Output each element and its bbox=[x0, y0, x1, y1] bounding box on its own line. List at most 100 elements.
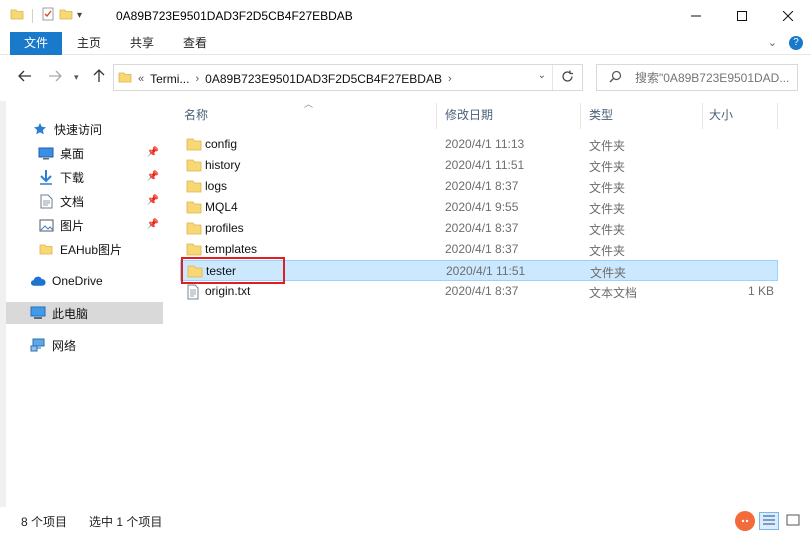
large-icons-view-icon bbox=[786, 514, 800, 529]
file-name: origin.txt bbox=[205, 284, 251, 298]
pin-icon[interactable]: 📌 bbox=[147, 147, 159, 158]
file-date: 2020/4/1 11:13 bbox=[445, 137, 525, 151]
pin-icon[interactable]: 📌 bbox=[147, 219, 159, 230]
file-row-profiles[interactable]: profiles 2020/4/1 8:37 文件夹 bbox=[180, 218, 778, 239]
file-type: 文本文档 bbox=[589, 286, 638, 300]
column-divider[interactable] bbox=[777, 103, 778, 129]
search-icon bbox=[609, 70, 622, 86]
address-toolbar: ▾ « Termi... › 0A89B723E9501DAD3F2D5CB4F… bbox=[0, 55, 811, 101]
column-header-type[interactable]: 类型 bbox=[589, 101, 613, 129]
file-type: 文件夹 bbox=[589, 160, 626, 174]
search-input[interactable] bbox=[635, 69, 793, 87]
file-date: 2020/4/1 8:37 bbox=[445, 242, 519, 256]
tab-home[interactable]: 主页 bbox=[70, 32, 108, 55]
close-button[interactable] bbox=[765, 0, 811, 32]
selected-count: 选中 1 个项目 bbox=[89, 515, 163, 529]
arrow-right-icon bbox=[48, 69, 62, 85]
nav-item-this-pc[interactable]: 此电脑 bbox=[6, 302, 163, 324]
computer-icon bbox=[30, 305, 46, 321]
refresh-button[interactable] bbox=[552, 65, 582, 90]
nav-item-network[interactable]: 网络 bbox=[6, 334, 163, 356]
recent-locations-dropdown[interactable]: ▾ bbox=[74, 72, 79, 83]
nav-item-downloads[interactable]: 下载 📌 bbox=[6, 166, 163, 188]
folder-icon bbox=[118, 70, 132, 87]
refresh-icon bbox=[561, 70, 574, 86]
customize-toolbar-icon[interactable]: ▾ bbox=[77, 10, 82, 21]
file-type: 文件夹 bbox=[589, 139, 626, 153]
column-divider[interactable] bbox=[702, 103, 703, 129]
tab-share[interactable]: 共享 bbox=[122, 32, 162, 55]
file-type: 文件夹 bbox=[590, 266, 627, 280]
address-bar[interactable]: « Termi... › 0A89B723E9501DAD3F2D5CB4F27… bbox=[113, 64, 583, 91]
pictures-icon bbox=[38, 217, 54, 233]
folder-icon bbox=[186, 158, 202, 172]
document-icon bbox=[38, 193, 54, 209]
column-header-date[interactable]: 修改日期 bbox=[445, 101, 493, 129]
star-icon bbox=[32, 121, 48, 137]
file-type: 文件夹 bbox=[589, 244, 626, 258]
file-row-origin-txt[interactable]: origin.txt 2020/4/1 8:37 文本文档 1 KB bbox=[180, 281, 778, 302]
network-icon bbox=[30, 337, 46, 353]
forward-button[interactable] bbox=[48, 69, 62, 85]
back-button[interactable] bbox=[18, 69, 32, 85]
file-name: logs bbox=[205, 179, 228, 193]
new-folder-icon[interactable] bbox=[59, 7, 73, 24]
breadcrumb-item[interactable]: 0A89B723E9501DAD3F2D5CB4F27EBDAB bbox=[205, 72, 442, 86]
column-header-size[interactable]: 大小 bbox=[709, 101, 733, 129]
quick-access-toolbar: ▾ bbox=[10, 7, 82, 24]
file-list-pane: ︿ 名称 修改日期 类型 大小 config 2020/4/1 11:13 文件… bbox=[170, 99, 811, 507]
large-icons-view-button[interactable] bbox=[783, 512, 803, 530]
toolbar-separator bbox=[32, 8, 33, 23]
download-icon bbox=[38, 169, 54, 185]
nav-item-onedrive[interactable]: OneDrive bbox=[6, 270, 163, 292]
file-name: profiles bbox=[205, 221, 244, 235]
nav-item-pictures[interactable]: 图片 📌 bbox=[6, 214, 163, 236]
nav-item-label: 网络 bbox=[52, 338, 77, 353]
minimize-icon bbox=[691, 8, 701, 24]
file-row-history[interactable]: history 2020/4/1 11:51 文件夹 bbox=[180, 155, 778, 176]
watermark-logo-icon bbox=[735, 511, 755, 531]
nav-item-eahub-pictures[interactable]: EAHub图片 bbox=[6, 238, 163, 260]
pin-icon[interactable]: 📌 bbox=[147, 195, 159, 206]
maximize-icon bbox=[737, 8, 747, 24]
properties-icon[interactable] bbox=[41, 7, 55, 24]
desktop-icon bbox=[38, 145, 54, 161]
file-row-logs[interactable]: logs 2020/4/1 8:37 文件夹 bbox=[180, 176, 778, 197]
file-date: 2020/4/1 8:37 bbox=[445, 179, 519, 193]
cloud-icon bbox=[30, 273, 46, 289]
minimize-button[interactable] bbox=[673, 0, 719, 32]
nav-item-quick-access[interactable]: 快速访问 bbox=[6, 118, 163, 140]
maximize-button[interactable] bbox=[719, 0, 765, 32]
breadcrumb-item[interactable]: Termi... bbox=[150, 72, 189, 86]
chevron-down-icon[interactable]: ⌄ bbox=[538, 70, 546, 81]
help-icon[interactable]: ? bbox=[789, 36, 803, 50]
nav-item-desktop[interactable]: 桌面 📌 bbox=[6, 142, 163, 164]
column-header-name[interactable]: 名称 bbox=[184, 101, 208, 129]
column-divider[interactable] bbox=[580, 103, 581, 129]
file-row-mql4[interactable]: MQL4 2020/4/1 9:55 文件夹 bbox=[180, 197, 778, 218]
file-date: 2020/4/1 9:55 bbox=[445, 200, 519, 214]
file-date: 2020/4/1 11:51 bbox=[446, 264, 526, 278]
file-row-config[interactable]: config 2020/4/1 11:13 文件夹 bbox=[180, 134, 778, 155]
item-count: 8 个项目 bbox=[21, 515, 68, 529]
chevron-right-icon[interactable]: › bbox=[448, 73, 452, 85]
folder-icon bbox=[186, 242, 202, 256]
file-name: history bbox=[205, 158, 241, 172]
nav-item-label: 图片 bbox=[60, 218, 85, 233]
file-name: templates bbox=[205, 242, 258, 256]
folder-icon bbox=[186, 200, 202, 214]
up-button[interactable] bbox=[93, 69, 105, 86]
tab-file[interactable]: 文件 bbox=[10, 32, 62, 55]
search-box[interactable] bbox=[596, 64, 798, 91]
expand-ribbon-icon[interactable]: ⌄ bbox=[768, 36, 777, 50]
tab-view[interactable]: 查看 bbox=[175, 32, 215, 55]
pin-icon[interactable]: 📌 bbox=[147, 171, 159, 182]
file-date: 2020/4/1 11:51 bbox=[445, 158, 525, 172]
nav-item-documents[interactable]: 文档 📌 bbox=[6, 190, 163, 212]
file-size: 1 KB bbox=[747, 284, 774, 298]
chevron-right-icon[interactable]: › bbox=[195, 73, 199, 85]
details-view-button[interactable] bbox=[759, 512, 779, 530]
breadcrumb-overflow[interactable]: « bbox=[138, 73, 144, 85]
column-divider[interactable] bbox=[436, 103, 437, 129]
nav-item-label: 下载 bbox=[60, 170, 85, 185]
